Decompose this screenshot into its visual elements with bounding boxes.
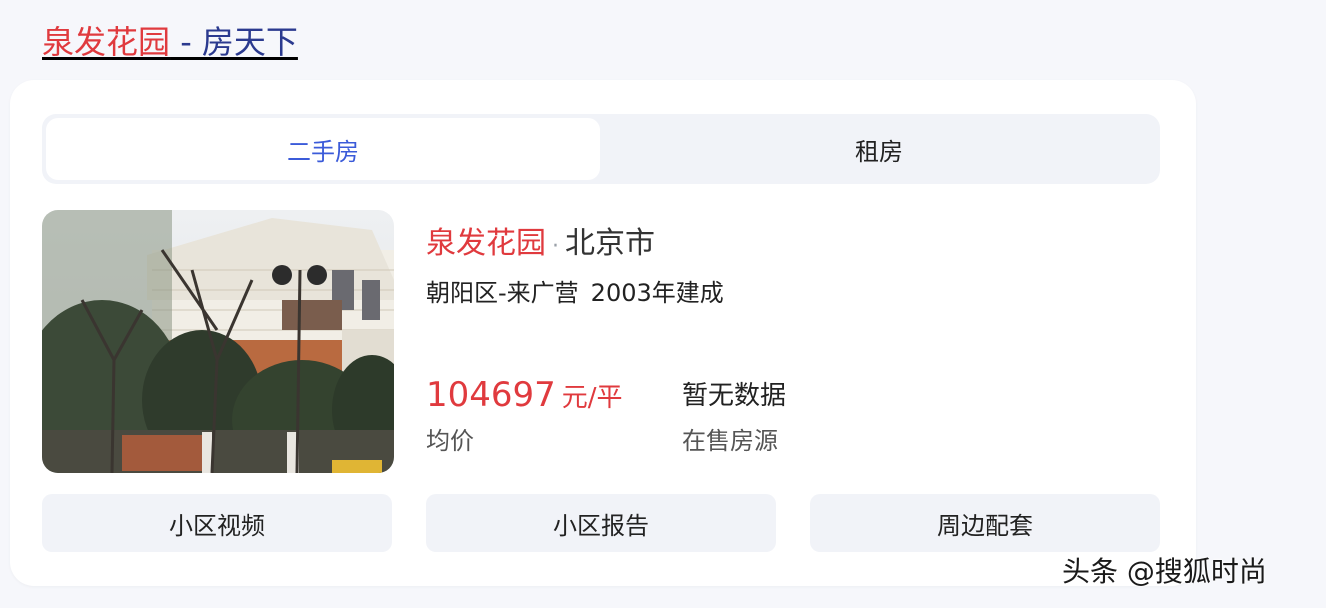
title-site[interactable]: - 房天下 [170,23,298,61]
community-district: 朝阳区-来广营 [426,279,579,307]
community-report-button[interactable]: 小区报告 [426,494,776,552]
community-meta: 朝阳区-来广营 2003年建成 [426,276,724,310]
result-title-link[interactable]: 泉发花园 - 房天下 [42,20,298,64]
community-city: 北京市 [565,226,655,261]
average-price: 104697 元/平 [426,372,623,424]
price-unit: 元/平 [561,383,623,413]
price-value: 104697 [426,375,556,415]
price-label: 均价 [426,427,474,455]
nearby-facilities-button[interactable]: 周边配套 [810,494,1160,552]
tab-rental[interactable]: 租房 [602,118,1156,180]
community-name[interactable]: 泉发花园 [426,226,546,261]
heading-separator: · [552,234,559,259]
community-video-button[interactable]: 小区视频 [42,494,392,552]
title-highlight[interactable]: 泉发花园 [42,23,170,61]
community-heading: 泉发花园 · 北京市 [426,222,655,269]
community-card: 二手房 租房 泉发花园 · 北京市 朝阳区-来广营 2003年建成 104697… [10,80,1196,586]
tab-second-hand[interactable]: 二手房 [46,118,600,180]
watermark: 头条 @搜狐时尚 [1062,555,1267,588]
listings-label: 在售房源 [682,427,778,455]
listings-value: 暂无数据 [682,381,787,411]
tab-bar: 二手房 租房 [42,114,1160,184]
community-photo[interactable] [42,210,394,473]
community-built-year: 2003年建成 [590,279,724,307]
